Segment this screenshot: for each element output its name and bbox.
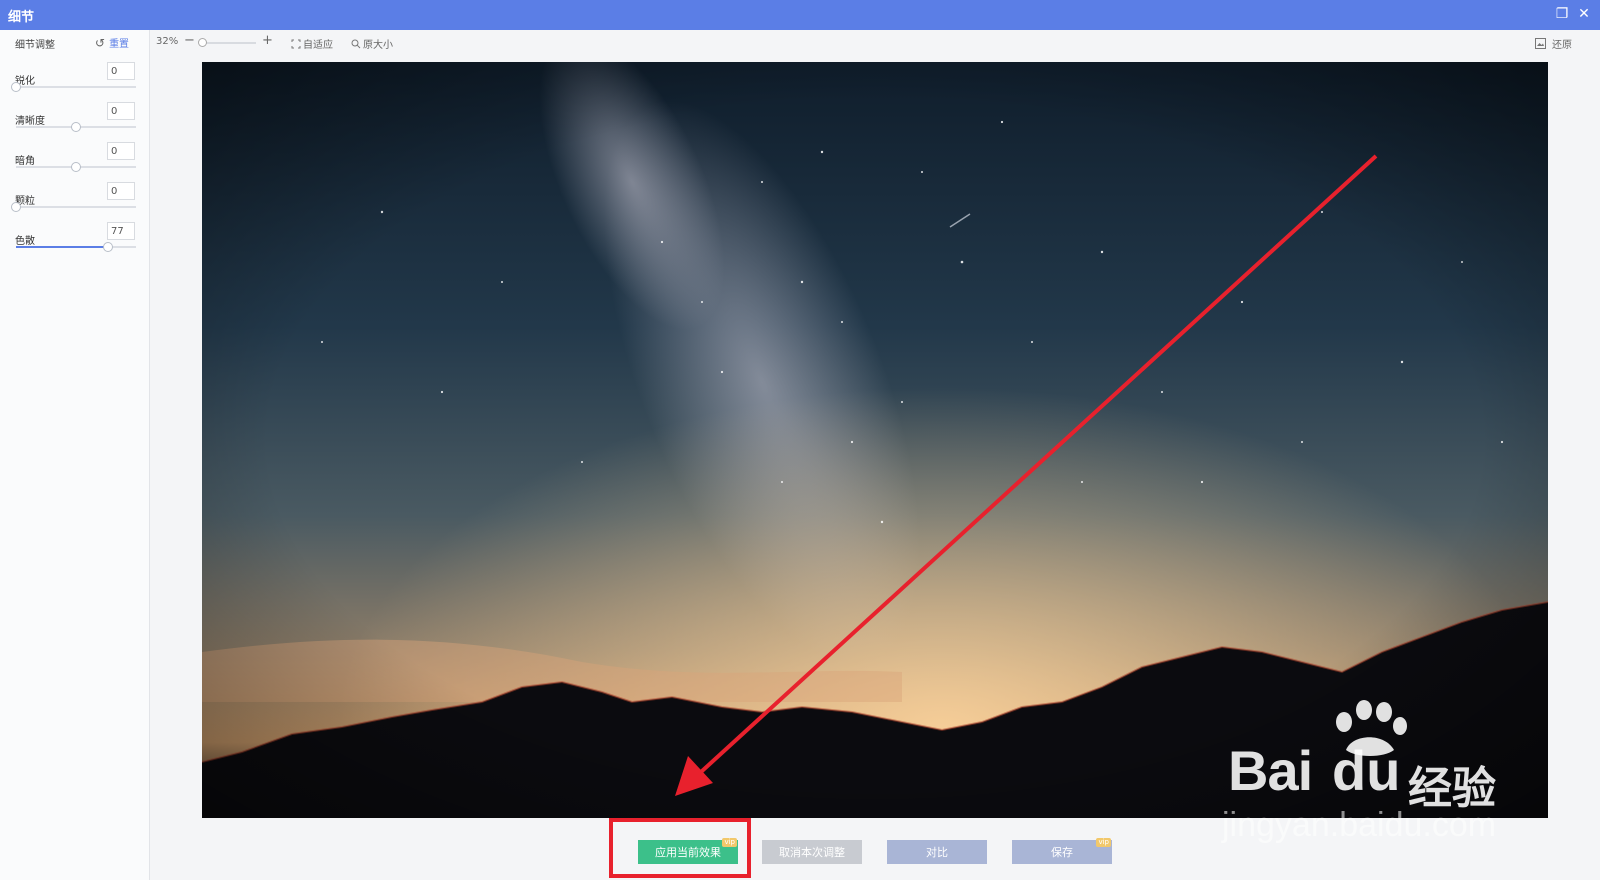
zoom-slider[interactable]: [200, 42, 256, 44]
clarity-slider[interactable]: [16, 122, 136, 132]
cancel-adjust-button[interactable]: 取消本次调整: [762, 840, 862, 864]
save-button[interactable]: 保存 vip: [1012, 838, 1112, 864]
reset-icon: ↺: [95, 35, 106, 50]
compare-button[interactable]: 对比: [887, 840, 987, 864]
detail-panel: 细节调整 ↺ 重置 锐化 清晰度 暗角 颗粒: [0, 30, 150, 880]
zoom-slider-thumb[interactable]: [198, 38, 207, 47]
panel-title: 细节调整: [15, 40, 55, 51]
restore-button[interactable]: 还原: [1535, 36, 1572, 51]
fit-label: 自适应: [303, 40, 333, 51]
slider-thumb[interactable]: [11, 82, 21, 92]
reset-button[interactable]: ↺ 重置: [95, 35, 130, 51]
fit-icon: [291, 39, 301, 48]
zoom-value: 32%: [156, 36, 179, 47]
save-label: 保存: [1051, 846, 1073, 859]
image-icon: [1535, 38, 1546, 49]
title-bar: 细节 ❐ ✕: [0, 0, 1600, 30]
slider-thumb[interactable]: [11, 202, 21, 212]
adjust-label: 清晰度: [15, 116, 45, 127]
dispersion-value-input[interactable]: [107, 222, 135, 240]
grain-value-input[interactable]: [107, 182, 135, 200]
slider-thumb[interactable]: [71, 122, 81, 132]
reset-label: 重置: [109, 39, 130, 50]
slider-thumb[interactable]: [103, 242, 114, 252]
apply-effect-button[interactable]: 应用当前效果 vip: [638, 838, 738, 864]
vignette-value-input[interactable]: [107, 142, 135, 160]
vip-badge: vip: [1096, 838, 1111, 847]
sharpen-slider[interactable]: [11, 82, 136, 92]
close-icon[interactable]: ✕: [1576, 6, 1592, 22]
restore-label: 还原: [1552, 40, 1572, 51]
zoom-in-button[interactable]: +: [262, 33, 273, 48]
adjust-clarity: 清晰度: [0, 102, 150, 142]
adjust-grain: 颗粒: [0, 182, 150, 222]
view-toolbar: 32% − + 自适应 原大小 还原: [150, 30, 1600, 56]
original-size-label: 原大小: [363, 40, 393, 51]
vignette-slider[interactable]: [16, 162, 136, 172]
adjust-label: 色散: [15, 236, 35, 247]
photo-canvas: [202, 62, 1548, 818]
fit-button[interactable]: 自适应: [291, 36, 333, 51]
panel-header: 细节调整 ↺ 重置: [0, 30, 150, 56]
original-size-button[interactable]: 原大小: [351, 36, 393, 51]
zoom-out-button[interactable]: −: [184, 33, 195, 48]
adjust-sharpen: 锐化: [0, 62, 150, 102]
slider-fill: [16, 246, 109, 248]
sharpen-value-input[interactable]: [107, 62, 135, 80]
dispersion-slider[interactable]: [16, 242, 136, 252]
window-title: 细节: [8, 10, 35, 25]
clarity-value-input[interactable]: [107, 102, 135, 120]
grain-slider[interactable]: [11, 202, 136, 212]
restore-window-icon[interactable]: ❐: [1554, 6, 1570, 22]
night-sky-photo: [202, 62, 1548, 818]
adjust-dispersion: 色散: [0, 222, 150, 262]
adjust-label: 暗角: [15, 156, 35, 167]
apply-label: 应用当前效果: [655, 846, 721, 859]
magnifier-icon: [351, 39, 361, 48]
adjust-vignette: 暗角: [0, 142, 150, 182]
vip-badge: vip: [722, 838, 737, 847]
slider-thumb[interactable]: [71, 162, 81, 172]
